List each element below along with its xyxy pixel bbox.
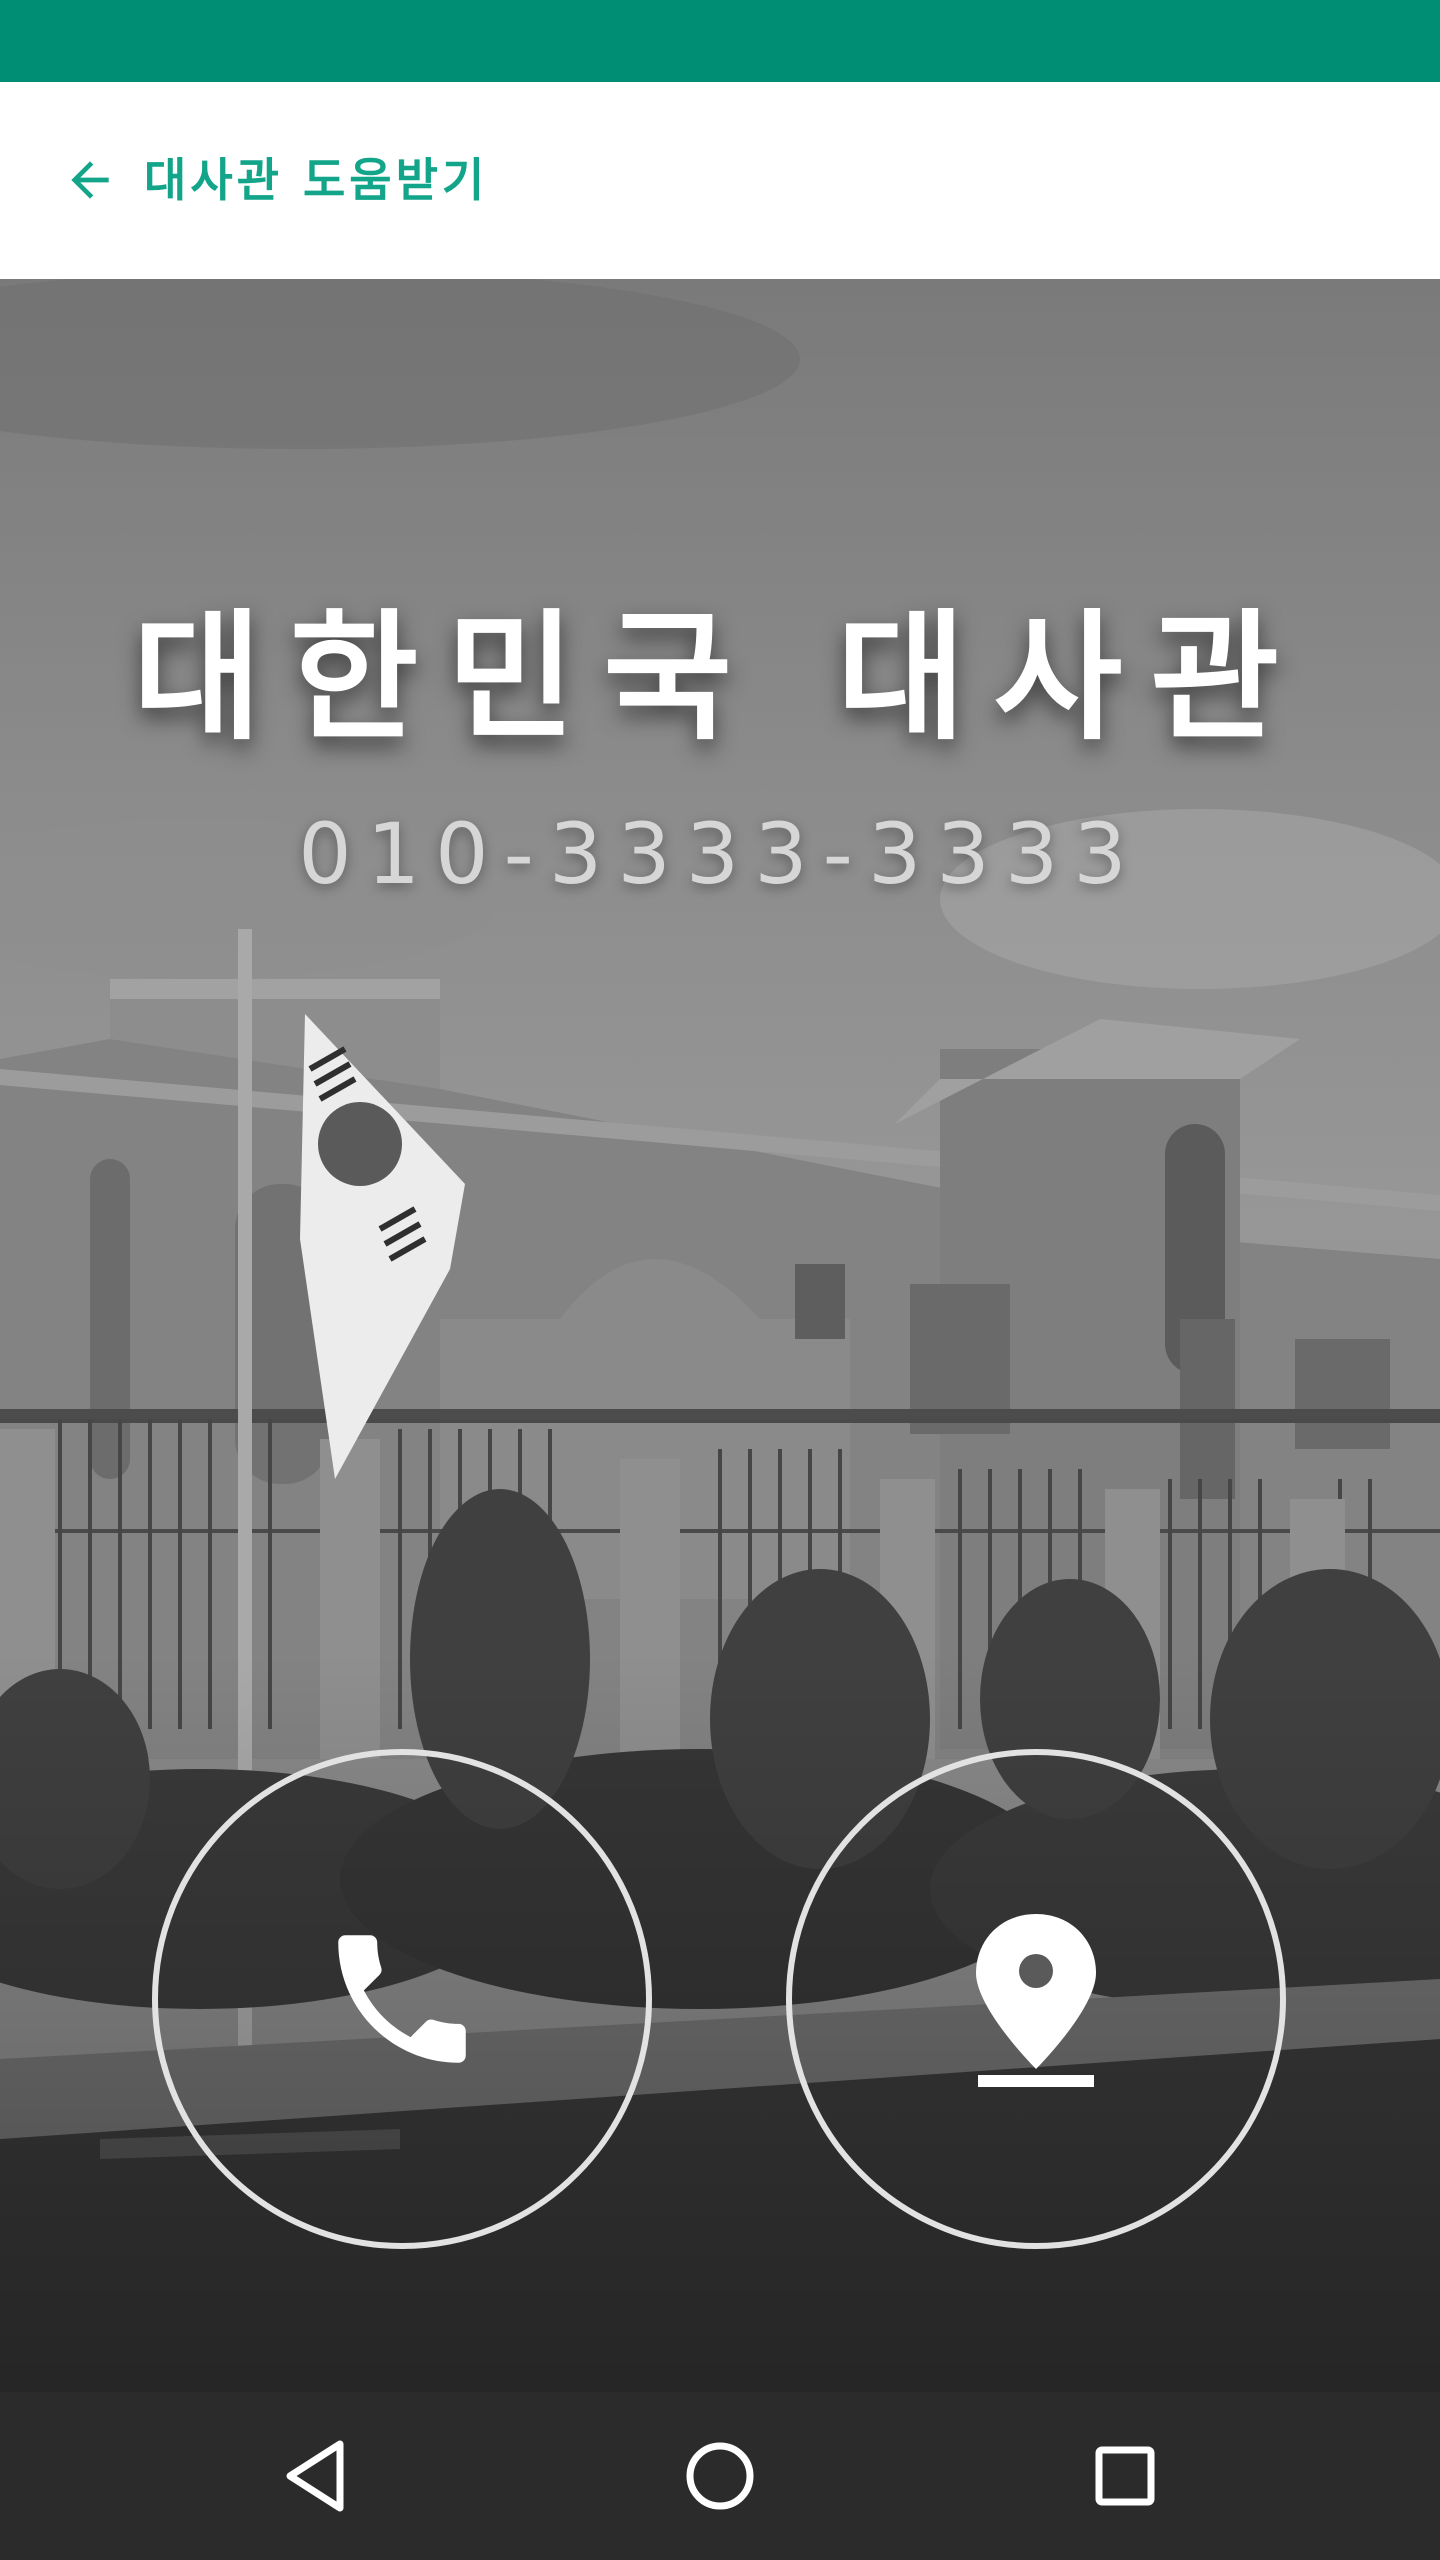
- nav-recent-square-icon: [1095, 2446, 1155, 2506]
- phone-icon: [338, 1935, 466, 2063]
- nav-home-circle-icon: [686, 2442, 754, 2510]
- page-title: 대사관 도움받기: [144, 153, 489, 207]
- nav-home-button[interactable]: [670, 2426, 770, 2526]
- nav-back-triangle-icon: [286, 2440, 344, 2512]
- location-pin-icon: [976, 1914, 1096, 2087]
- nav-recent-apps-button[interactable]: [1075, 2426, 1175, 2526]
- embassy-name: 대한민국 대사관: [132, 597, 1308, 760]
- embassy-phone-number: 010-3333-3333: [298, 805, 1142, 903]
- call-embassy-button[interactable]: [152, 1749, 652, 2249]
- embassy-help-screen: 대사관 도움받기 대한민국 대사관 010-3333-3333: [0, 0, 1440, 2560]
- status-bar: [0, 0, 1440, 82]
- system-navigation-bar: [0, 2392, 1440, 2560]
- embassy-photo-hero: 대한민국 대사관 010-3333-3333: [0, 279, 1440, 2392]
- embassy-location-button[interactable]: [786, 1749, 1286, 2249]
- nav-back-button[interactable]: [265, 2426, 365, 2526]
- arrow-back-icon: [71, 161, 109, 199]
- back-button[interactable]: [58, 148, 122, 212]
- app-bar: 대사관 도움받기: [0, 82, 1440, 279]
